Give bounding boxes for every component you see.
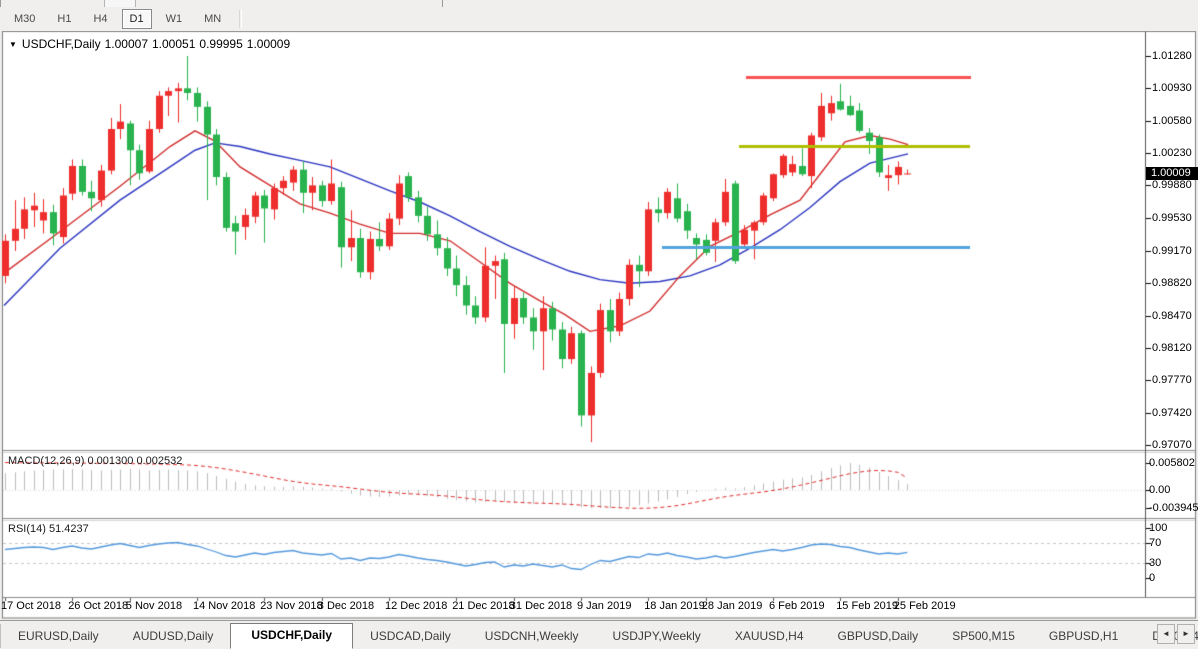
chart-tab-usdjpy[interactable]: USDJPY,Weekly [596, 625, 718, 648]
date-axis-tick: 5 Nov 2018 [126, 600, 182, 612]
timeframe-button-mn[interactable]: MN [196, 9, 229, 29]
rsi-axis-tick: 70 [1149, 537, 1161, 549]
toolbar-separator [239, 10, 242, 28]
date-axis-tick: 12 Dec 2018 [385, 600, 447, 612]
date-axis-tick: 25 Feb 2019 [894, 600, 956, 612]
macd-axis-tick: 0.00 [1149, 484, 1170, 496]
price-axis-tick: 0.99880 [1152, 179, 1192, 191]
timeframe-button-m30[interactable]: M30 [6, 9, 43, 29]
timeframe-button-h1[interactable]: H1 [49, 9, 79, 29]
chart-title: ▼ USDCHF,Daily 1.00007 1.00051 0.99995 1.0000… [9, 37, 294, 51]
chart-tab-sp500[interactable]: SP500,M15 [935, 625, 1032, 648]
price-axis-tick: 0.98470 [1152, 310, 1192, 322]
rsi-name: RSI(14) [8, 523, 46, 535]
date-axis-tick: 6 Feb 2019 [769, 600, 825, 612]
price-axis-tick: 0.97420 [1152, 407, 1192, 419]
chart-symbol-period: USDCHF,Daily [22, 37, 101, 51]
date-axis-tick: 9 Jan 2019 [577, 600, 631, 612]
tab-scroll-right-icon[interactable]: ► [1177, 624, 1195, 644]
macd-signal-value: 0.002532 [136, 455, 182, 467]
date-axis-tick: 23 Nov 2018 [260, 600, 322, 612]
price-axis-tick: 0.98820 [1152, 277, 1192, 289]
rsi-axis-tick: 100 [1149, 522, 1167, 534]
macd-axis-tick: 0.005802 [1149, 457, 1195, 469]
macd-indicator-label: MACD(12,26,9) 0.001300 0.002532 [8, 455, 182, 467]
date-axis-tick: 14 Nov 2018 [193, 600, 255, 612]
ohlc-high: 1.00051 [152, 37, 195, 51]
rsi-axis-tick: 30 [1149, 557, 1161, 569]
chart-tab-xauusd[interactable]: XAUUSD,H4 [718, 625, 821, 648]
tab-scroll-left-icon[interactable]: ◄ [1157, 624, 1175, 644]
window-top-strip [0, 0, 1198, 7]
chart-tab-audusd[interactable]: AUDUSD,Daily [116, 625, 231, 648]
rsi-indicator-label: RSI(14) 51.4237 [8, 523, 89, 535]
current-price-box: 1.00009 [1146, 167, 1198, 180]
date-axis-tick: 28 Jan 2019 [702, 600, 763, 612]
price-axis-tick: 0.97070 [1152, 439, 1192, 451]
rsi-value: 51.4237 [49, 523, 89, 535]
price-axis-tick: 0.97770 [1152, 374, 1192, 386]
macd-main-value: 0.001300 [87, 455, 133, 467]
tab-scroll-buttons: ◄ ► [1157, 624, 1195, 644]
price-axis-tick: 1.00930 [1152, 82, 1192, 94]
timeframe-button-w1[interactable]: W1 [158, 9, 191, 29]
price-axis-tick: 0.99530 [1152, 212, 1192, 224]
macd-axis-tick: -0.003945 [1149, 502, 1198, 514]
rsi-axis-tick: 0 [1149, 572, 1155, 584]
price-chart-canvas[interactable] [0, 0, 1198, 647]
chart-tab-usdcnh[interactable]: USDCNH,Weekly [468, 625, 596, 648]
price-axis-tick: 1.00230 [1152, 147, 1192, 159]
ohlc-open: 1.00007 [105, 37, 148, 51]
price-axis-tick: 1.00580 [1152, 115, 1192, 127]
timeframe-toolbar: M30 H1 H4 D1 W1MN [0, 7, 1198, 31]
price-axis-tick: 0.99170 [1152, 245, 1192, 257]
chart-tab-gbpusd[interactable]: GBPUSD,Daily [821, 625, 936, 648]
date-axis-tick: 21 Dec 2018 [452, 600, 514, 612]
price-axis-tick: 0.98120 [1152, 342, 1192, 354]
price-axis-tick: 1.01280 [1152, 50, 1192, 62]
ohlc-close: 1.00009 [247, 37, 290, 51]
chart-tabs-bar: EURUSD,DailyAUDUSD,DailyUSDCHF,DailyUSDC… [0, 620, 1198, 648]
date-axis-tick: 17 Oct 2018 [1, 600, 61, 612]
chart-tab-eurusd[interactable]: EURUSD,Daily [1, 625, 116, 648]
date-axis-tick: 26 Oct 2018 [68, 600, 128, 612]
timeframe-button-d1[interactable]: D1 [122, 9, 152, 29]
date-axis-tick: 3 Dec 2018 [318, 600, 374, 612]
date-axis-tick: 31 Dec 2018 [510, 600, 572, 612]
chart-tab-usdchf[interactable]: USDCHF,Daily [230, 623, 353, 649]
chart-tab-gbpusd[interactable]: GBPUSD,H1 [1032, 625, 1135, 648]
macd-name: MACD(12,26,9) [8, 455, 84, 467]
symbol-dropdown-icon[interactable]: ▼ [9, 40, 17, 49]
date-axis-tick: 18 Jan 2019 [644, 600, 705, 612]
date-axis-tick: 15 Feb 2019 [836, 600, 898, 612]
ohlc-low: 0.99995 [199, 37, 242, 51]
chart-tab-usdcad[interactable]: USDCAD,Daily [353, 625, 468, 648]
timeframe-button-h4[interactable]: H4 [85, 9, 115, 29]
